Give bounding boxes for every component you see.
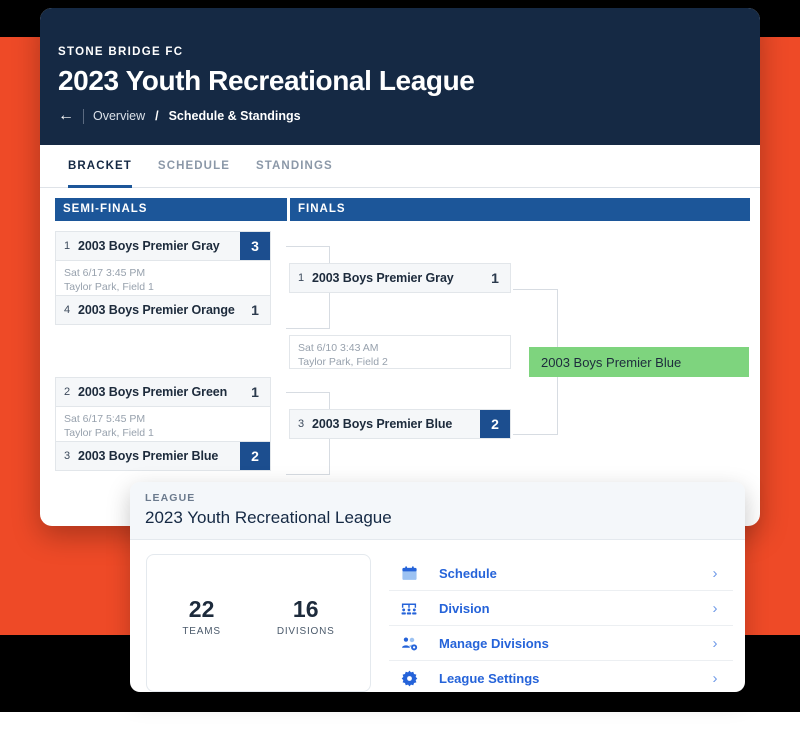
match-semifinal-2[interactable]: 2 2003 Boys Premier Green 1 Sat 6/17 5:4…	[55, 377, 271, 471]
team-name: 2003 Boys Premier Gray	[312, 271, 454, 285]
league-menu-list: Schedule › Division › Manage Divisions ›…	[389, 554, 733, 692]
seed-number: 1	[297, 272, 305, 284]
seed-number: 2	[63, 386, 71, 398]
manage-divisions-icon	[389, 635, 429, 652]
menu-item-label: Schedule	[439, 565, 497, 581]
team-name: 2003 Boys Premier Blue	[78, 449, 219, 463]
team-score: 1	[491, 270, 499, 286]
match-semifinal-1[interactable]: 1 2003 Boys Premier Gray 3 Sat 6/17 3:45…	[55, 231, 271, 325]
tab-bracket[interactable]: BRACKET	[68, 160, 132, 188]
team-score: 1	[251, 384, 259, 400]
match-info: Sat 6/17 3:45 PM Taylor Park, Field 1	[55, 261, 271, 295]
team-name: 2003 Boys Premier Blue	[312, 417, 453, 431]
match-row-top[interactable]: 1 2003 Boys Premier Gray 3	[55, 231, 271, 261]
league-card-header: LEAGUE 2023 Youth Recreational League	[130, 482, 745, 540]
back-arrow-icon[interactable]: ←	[58, 108, 74, 124]
tab-standings[interactable]: STANDINGS	[256, 160, 333, 187]
match-row-top[interactable]: 2 2003 Boys Premier Green 1	[55, 377, 271, 407]
app-header: STONE BRIDGE FC 2023 Youth Recreational …	[40, 8, 760, 145]
menu-item-label: Manage Divisions	[439, 635, 549, 651]
round-header-finals: FINALS	[290, 198, 750, 221]
league-card-body: 22 TEAMS 16 DIVISIONS Schedule › Divisio…	[130, 540, 745, 692]
calendar-icon	[389, 565, 429, 582]
match-row-bottom[interactable]: 3 2003 Boys Premier Blue 2	[55, 441, 271, 471]
tab-schedule[interactable]: SCHEDULE	[158, 160, 230, 187]
menu-item-manage-divisions[interactable]: Manage Divisions ›	[389, 626, 733, 661]
team-score: 2	[240, 442, 270, 470]
league-label: LEAGUE	[145, 492, 196, 504]
team-name: 2003 Boys Premier Green	[78, 385, 228, 399]
stat-teams: 22 TEAMS	[182, 596, 220, 637]
breadcrumb-divider	[83, 108, 84, 124]
seed-number: 4	[63, 304, 71, 316]
bracket-body: 1 2003 Boys Premier Gray 3 Sat 6/17 3:45…	[40, 221, 760, 491]
breadcrumb-current: Schedule & Standings	[168, 109, 301, 123]
page-title: 2023 Youth Recreational League	[58, 65, 475, 96]
gear-icon	[389, 670, 429, 687]
team-score: 1	[251, 302, 259, 318]
stats-box: 22 TEAMS 16 DIVISIONS	[146, 554, 371, 692]
team-name: 2003 Boys Premier Gray	[78, 239, 220, 253]
match-location: Taylor Park, Field 1	[64, 281, 154, 294]
breadcrumb-separator: /	[155, 109, 159, 123]
stat-divisions-label: DIVISIONS	[276, 625, 335, 637]
division-group-icon	[389, 600, 429, 617]
menu-item-label: League Settings	[439, 671, 540, 686]
match-info: Sat 6/17 5:45 PM Taylor Park, Field 1	[55, 407, 271, 441]
round-header-semi-finals: SEMI-FINALS	[55, 198, 287, 221]
chevron-right-icon: ›	[712, 599, 718, 617]
org-name: STONE BRIDGE FC	[58, 46, 184, 58]
menu-item-schedule[interactable]: Schedule ›	[389, 556, 733, 591]
bracket-area: SEMI-FINALS FINALS 1 2003 Boys Premier G…	[40, 188, 760, 491]
seed-number: 1	[63, 240, 71, 252]
chevron-right-icon: ›	[712, 564, 718, 582]
match-datetime: Sat 6/17 3:45 PM	[64, 267, 146, 279]
app-window: STONE BRIDGE FC 2023 Youth Recreational …	[40, 8, 760, 526]
match-info: Sat 6/10 3:43 AM Taylor Park, Field 2	[289, 335, 511, 369]
match-row-bottom[interactable]: 3 2003 Boys Premier Blue 2	[289, 409, 511, 439]
menu-item-league-settings[interactable]: League Settings ›	[389, 661, 733, 692]
menu-item-label: Division	[439, 600, 490, 616]
league-name: 2023 Youth Recreational League	[145, 508, 392, 527]
team-score: 3	[240, 232, 270, 260]
match-location: Taylor Park, Field 1	[64, 427, 154, 440]
menu-item-division[interactable]: Division ›	[389, 591, 733, 626]
match-location: Taylor Park, Field 2	[298, 356, 388, 369]
round-header-row: SEMI-FINALS FINALS	[40, 198, 760, 221]
stat-teams-value: 22	[188, 595, 215, 622]
league-card: LEAGUE 2023 Youth Recreational League 22…	[130, 482, 745, 692]
champion-box[interactable]: 2003 Boys Premier Blue	[529, 347, 749, 377]
team-score: 2	[480, 410, 510, 438]
breadcrumb: ← Overview / Schedule & Standings	[58, 108, 760, 124]
stat-teams-label: TEAMS	[182, 625, 221, 637]
breadcrumb-parent-link[interactable]: Overview	[93, 109, 145, 123]
chevron-right-icon: ›	[712, 670, 718, 687]
champion-team-name: 2003 Boys Premier Blue	[541, 354, 682, 370]
screenshot-canvas: STONE BRIDGE FC 2023 Youth Recreational …	[0, 0, 800, 735]
stat-divisions: 16 DIVISIONS	[277, 596, 335, 637]
stat-divisions-value: 16	[292, 595, 319, 622]
match-datetime: Sat 6/10 3:43 AM	[298, 342, 379, 354]
chevron-right-icon: ›	[712, 634, 718, 652]
team-name: 2003 Boys Premier Orange	[78, 303, 235, 317]
seed-number: 3	[63, 450, 71, 462]
match-row-top[interactable]: 1 2003 Boys Premier Gray 1	[289, 263, 511, 293]
match-row-bottom[interactable]: 4 2003 Boys Premier Orange 1	[55, 295, 271, 325]
tab-bar: BRACKET SCHEDULE STANDINGS	[40, 145, 760, 188]
seed-number: 3	[297, 418, 305, 430]
match-datetime: Sat 6/17 5:45 PM	[64, 413, 146, 425]
